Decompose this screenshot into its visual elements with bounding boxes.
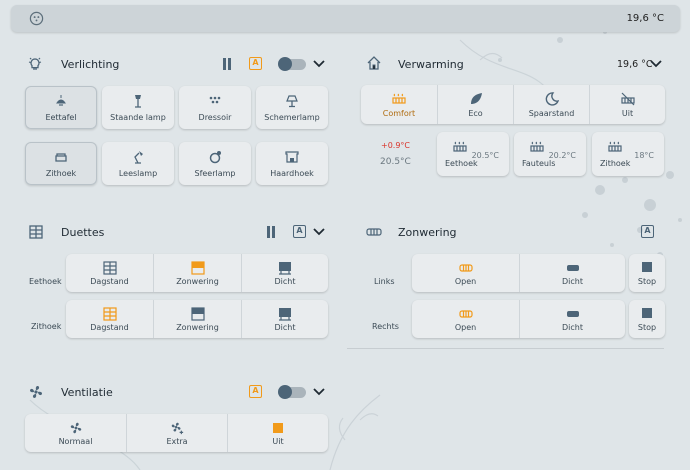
awning-icon — [366, 228, 382, 236]
shade-closed-icon — [279, 262, 291, 275]
zone-fauteuls-button[interactable]: 20.2°C Fauteuls — [514, 132, 586, 176]
links-open-button[interactable]: Open — [412, 254, 519, 292]
pause-icon[interactable] — [222, 58, 232, 70]
radiator-icon — [530, 141, 544, 152]
awning-open-icon — [458, 264, 473, 272]
light-leeslamp-button[interactable]: Leeslamp — [102, 142, 174, 185]
heating-mode-group: Comfort Eco Spaarstand Uit — [361, 85, 665, 124]
ventilation-toggle[interactable] — [278, 385, 306, 399]
light-sfeerlamp-button[interactable]: Sfeerlamp — [179, 142, 251, 185]
links-dicht-button[interactable]: Dicht — [519, 254, 625, 292]
duettes-row-label: Zithoek — [31, 322, 62, 331]
eethoek-zonwering-button[interactable]: Zonwering — [153, 254, 241, 292]
light-dressoir-button[interactable]: Dressoir — [179, 86, 251, 129]
light-staande-lamp-button[interactable]: Staande lamp — [102, 86, 174, 129]
radiator-icon — [392, 93, 406, 104]
current-temperature: 20.5°C — [380, 157, 411, 167]
blinds-icon — [29, 225, 43, 239]
auto-mode-badge[interactable]: A — [249, 385, 262, 398]
fan-icon — [70, 422, 81, 434]
stop-icon — [642, 308, 652, 318]
ventilation-mode-group: Normaal Extra Uit — [25, 414, 328, 452]
zithoek-dagstand-button[interactable]: Dagstand — [66, 300, 153, 338]
eethoek-dagstand-button[interactable]: Dagstand — [66, 254, 153, 292]
sofa-icon — [55, 153, 67, 162]
lighting-icon — [28, 57, 42, 70]
auto-mode-badge[interactable]: A — [249, 57, 262, 70]
leaf-icon — [470, 93, 482, 104]
ventilation-normaal-button[interactable]: Normaal — [25, 414, 126, 452]
rechts-dicht-button[interactable]: Dicht — [519, 300, 625, 338]
radiator-off-icon — [620, 92, 635, 106]
top-bar: 19,6 °C — [11, 5, 680, 32]
mode-comfort-button[interactable]: Comfort — [361, 85, 437, 124]
lighting-toggle[interactable] — [278, 57, 306, 71]
zithoek-zonwering-button[interactable]: Zonwering — [153, 300, 241, 338]
awning-open-icon — [458, 310, 473, 318]
chevron-down-icon[interactable] — [313, 388, 325, 396]
logo-icon[interactable] — [29, 11, 44, 26]
heating-title: Verwarming — [398, 58, 464, 71]
mode-eco-button[interactable]: Eco — [437, 85, 513, 124]
duettes-zithoek-group: Dagstand Zonwering Dicht — [66, 300, 328, 338]
light-haardhoek-button[interactable]: Haardhoek — [256, 142, 328, 185]
window-blind-icon — [102, 261, 117, 275]
sunscreen-title: Zonwering — [398, 226, 457, 239]
zone-eethoek-button[interactable]: 20.5°C Eethoek — [437, 132, 509, 176]
ventilation-uit-button[interactable]: Uit — [227, 414, 328, 452]
shade-closed-icon — [279, 308, 291, 321]
auto-mode-badge[interactable]: A — [641, 225, 654, 238]
sunscreen-rechts-group: Open Dicht — [412, 300, 625, 338]
temperature-offset: +0.9°C — [381, 141, 411, 150]
awning-closed-icon — [566, 265, 579, 271]
heating-temperature: 19,6 °C — [617, 59, 653, 70]
light-eettafel-button[interactable]: Eettafel — [25, 86, 97, 129]
shade-half-icon — [190, 307, 205, 321]
header-temperature: 19,6 °C — [626, 13, 664, 24]
ventilation-extra-button[interactable]: Extra — [126, 414, 227, 452]
stop-icon — [273, 423, 283, 433]
rechts-stop-button[interactable]: Stop — [629, 300, 665, 338]
fireplace-icon — [285, 151, 299, 163]
floor-lamp-icon — [135, 95, 141, 108]
fan-icon — [30, 386, 42, 398]
auto-mode-badge[interactable]: A — [293, 225, 306, 238]
eethoek-dicht-button[interactable]: Dicht — [241, 254, 328, 292]
zone-zithoek-button[interactable]: 18°C Zithoek — [592, 132, 664, 176]
awning-closed-icon — [566, 311, 579, 317]
spotlight-icon — [209, 151, 221, 164]
sunscreen-row-label: Links — [374, 277, 395, 286]
mode-uit-button[interactable]: Uit — [589, 85, 665, 124]
section-divider — [347, 348, 664, 349]
chevron-down-icon[interactable] — [313, 228, 325, 236]
duettes-eethoek-group: Dagstand Zonwering Dicht — [66, 254, 328, 292]
chevron-down-icon[interactable] — [650, 60, 662, 68]
ceiling-light-icon — [56, 95, 66, 106]
dots-light-icon — [209, 96, 221, 104]
shade-half-icon — [190, 261, 205, 275]
duettes-row-label: Eethoek — [29, 277, 62, 286]
duettes-title: Duettes — [61, 226, 105, 239]
moon-icon — [545, 92, 559, 106]
light-zithoek-button[interactable]: Zithoek — [25, 142, 97, 185]
window-blind-icon — [102, 307, 117, 321]
desk-lamp-icon — [134, 151, 143, 164]
table-lamp-icon — [286, 95, 298, 108]
ventilation-title: Ventilatie — [61, 386, 113, 399]
stop-icon — [642, 262, 652, 272]
mode-spaarstand-button[interactable]: Spaarstand — [513, 85, 589, 124]
pause-icon[interactable] — [266, 226, 276, 238]
chevron-down-icon[interactable] — [313, 60, 325, 68]
light-schemerlamp-button[interactable]: Schemerlamp — [256, 86, 328, 129]
fan-plus-icon — [171, 422, 184, 435]
sunscreen-links-group: Open Dicht — [412, 254, 625, 292]
lighting-title: Verlichting — [61, 58, 120, 71]
home-heating-icon — [367, 56, 381, 70]
links-stop-button[interactable]: Stop — [629, 254, 665, 292]
rechts-open-button[interactable]: Open — [412, 300, 519, 338]
sunscreen-row-label: Rechts — [372, 322, 399, 331]
zithoek-dicht-button[interactable]: Dicht — [241, 300, 328, 338]
radiator-icon — [453, 141, 467, 152]
radiator-icon — [608, 141, 622, 152]
